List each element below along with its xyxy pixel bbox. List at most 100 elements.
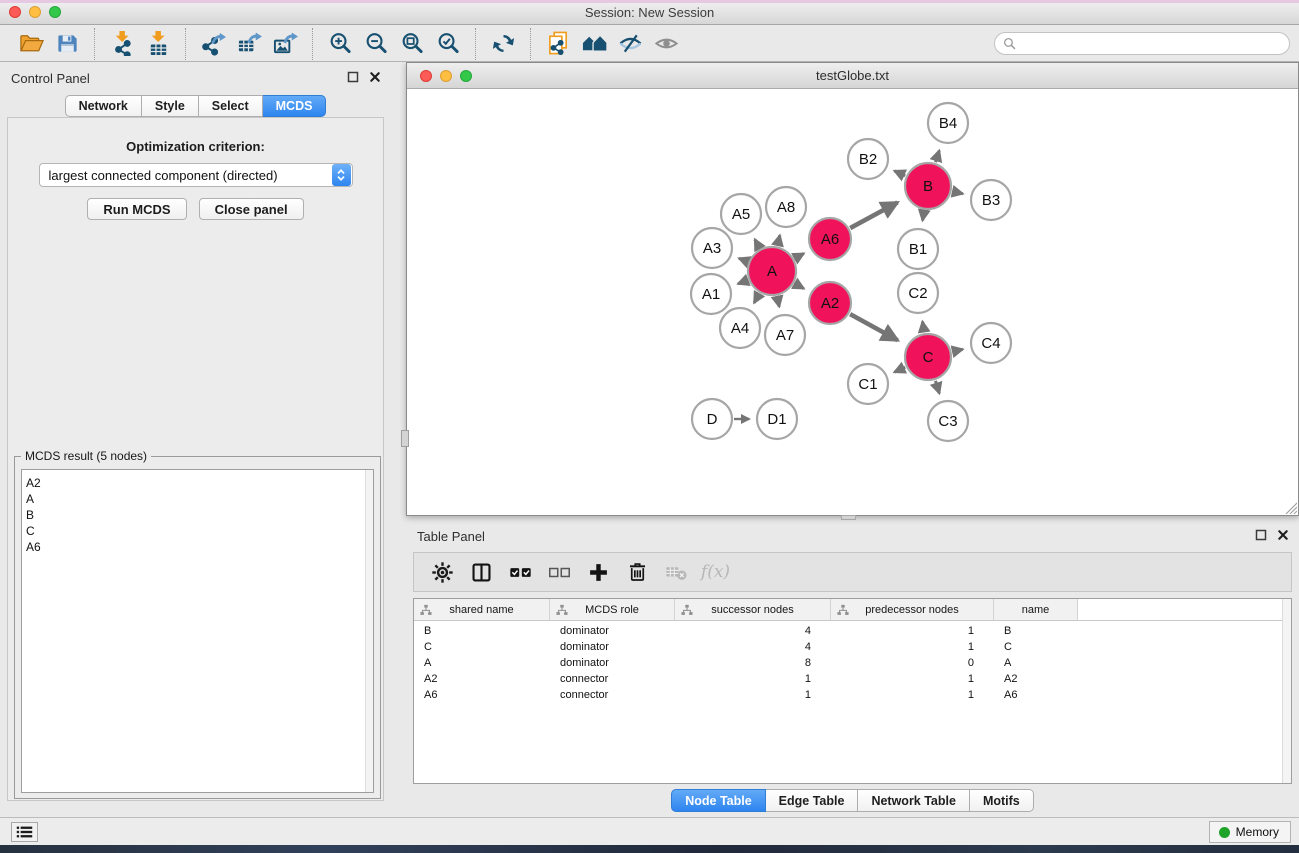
graph-edge-B-B1[interactable] <box>923 211 925 221</box>
table-cell[interactable]: connector <box>550 687 675 703</box>
table-cell[interactable]: B <box>414 623 550 639</box>
table-row[interactable]: A2connector11A2 <box>414 671 1291 687</box>
hide-panel-icon[interactable] <box>612 29 648 59</box>
graph-node-A1[interactable]: A1 <box>691 274 731 314</box>
import-table-icon[interactable] <box>140 29 176 59</box>
tab-edge-table[interactable]: Edge Table <box>766 789 859 812</box>
delete-columns-icon[interactable] <box>620 556 655 588</box>
graph-node-A4[interactable]: A4 <box>720 308 760 348</box>
table-cell[interactable]: 4 <box>675 623 831 639</box>
graph-node-B2[interactable]: B2 <box>848 139 888 179</box>
tab-network[interactable]: Network <box>65 95 142 117</box>
graph-node-A5[interactable]: A5 <box>721 194 761 234</box>
select-all-columns-icon[interactable] <box>503 556 538 588</box>
table-cell[interactable]: 1 <box>675 671 831 687</box>
mcds-result-item[interactable]: B <box>22 507 373 523</box>
table-row[interactable]: Adominator80A <box>414 655 1291 671</box>
table-cell[interactable]: 1 <box>831 639 994 655</box>
graph-node-A6[interactable]: A6 <box>809 218 851 260</box>
close-panel-icon[interactable] <box>368 71 382 85</box>
graph-node-A[interactable]: A <box>748 247 796 295</box>
table-cell[interactable]: A2 <box>994 671 1078 687</box>
table-cell[interactable]: B <box>994 623 1078 639</box>
vertical-splitter-grip[interactable] <box>401 430 409 447</box>
minimize-window-icon[interactable] <box>29 6 41 18</box>
graph-node-A2[interactable]: A2 <box>809 282 851 324</box>
search-input[interactable] <box>1016 37 1289 51</box>
table-cell[interactable]: 1 <box>831 623 994 639</box>
network-window-titlebar[interactable]: testGlobe.txt <box>407 63 1298 89</box>
graph-edge-C-C3[interactable] <box>935 381 939 394</box>
table-cell[interactable]: A <box>994 655 1078 671</box>
table-row[interactable]: Cdominator41C <box>414 639 1291 655</box>
column-header-shared-name[interactable]: shared name <box>414 599 550 620</box>
mcds-result-item[interactable]: A2 <box>22 475 373 491</box>
graph-edge-C-C1[interactable] <box>894 367 905 372</box>
table-cell[interactable]: dominator <box>550 639 675 655</box>
table-cell[interactable]: 0 <box>831 655 994 671</box>
table-cell[interactable]: C <box>994 639 1078 655</box>
table-cell[interactable]: 1 <box>831 671 994 687</box>
graph-node-A3[interactable]: A3 <box>692 228 732 268</box>
graph-edge-A6-B[interactable] <box>850 203 897 229</box>
graph-edge-A-A3[interactable] <box>739 258 748 261</box>
float-table-panel-icon[interactable] <box>1254 529 1268 543</box>
mcds-result-list[interactable]: A2ABCA6 <box>21 469 374 793</box>
graph-edge-A-A7[interactable] <box>777 296 779 306</box>
import-network-icon[interactable] <box>104 29 140 59</box>
zoom-selected-icon[interactable] <box>430 29 466 59</box>
export-table-icon[interactable] <box>231 29 267 59</box>
graph-edge-C-C4[interactable] <box>952 349 962 351</box>
tab-select[interactable]: Select <box>199 95 263 117</box>
graph-node-B3[interactable]: B3 <box>971 180 1011 220</box>
graph-node-C1[interactable]: C1 <box>848 364 888 404</box>
graph-edge-A2-C[interactable] <box>850 314 897 340</box>
graph-node-B4[interactable]: B4 <box>928 103 968 143</box>
graph-edge-A-A8[interactable] <box>778 235 780 245</box>
table-cell[interactable]: 1 <box>675 687 831 703</box>
float-panel-icon[interactable] <box>346 71 360 85</box>
export-image-icon[interactable] <box>267 29 303 59</box>
table-cell[interactable]: dominator <box>550 623 675 639</box>
network-canvas[interactable]: ABCA6A2A1A3A4A5A7A8B1B2B3B4C1C2C3C4DD1 <box>407 90 1298 515</box>
graph-edge-A-A4[interactable] <box>754 294 759 303</box>
graph-edge-A-A6[interactable] <box>795 253 804 258</box>
table-scrollbar[interactable] <box>1282 599 1291 783</box>
graph-node-B[interactable]: B <box>905 163 951 209</box>
tab-network-table[interactable]: Network Table <box>858 789 970 812</box>
tab-style[interactable]: Style <box>142 95 199 117</box>
tab-motifs[interactable]: Motifs <box>970 789 1034 812</box>
home-view-icon[interactable] <box>576 29 612 59</box>
table-cell[interactable]: A2 <box>414 671 550 687</box>
create-column-icon[interactable] <box>581 556 616 588</box>
memory-button[interactable]: Memory <box>1209 821 1291 843</box>
table-row[interactable]: Bdominator41B <box>414 623 1291 639</box>
graph-node-A7[interactable]: A7 <box>765 315 805 355</box>
minimize-network-window-icon[interactable] <box>440 70 452 82</box>
save-session-icon[interactable] <box>49 29 85 59</box>
table-cell[interactable]: 8 <box>675 655 831 671</box>
close-panel-button[interactable]: Close panel <box>199 198 304 220</box>
tab-mcds[interactable]: MCDS <box>263 95 327 117</box>
mcds-result-item[interactable]: A <box>22 491 373 507</box>
run-mcds-button[interactable]: Run MCDS <box>87 198 186 220</box>
unselect-all-columns-icon[interactable] <box>542 556 577 588</box>
zoom-in-icon[interactable] <box>322 29 358 59</box>
new-network-from-file-icon[interactable] <box>540 29 576 59</box>
search-field[interactable] <box>994 32 1290 55</box>
graph-node-C4[interactable]: C4 <box>971 323 1011 363</box>
show-panel-icon[interactable] <box>648 29 684 59</box>
graph-node-B1[interactable]: B1 <box>898 229 938 269</box>
graph-edge-A-A2[interactable] <box>795 284 804 289</box>
open-session-icon[interactable] <box>13 29 49 59</box>
tab-node-table[interactable]: Node Table <box>671 789 765 812</box>
graph-node-A8[interactable]: A8 <box>766 187 806 227</box>
graph-node-C2[interactable]: C2 <box>898 273 938 313</box>
table-cell[interactable]: 1 <box>831 687 994 703</box>
table-row[interactable]: A6connector11A6 <box>414 687 1291 703</box>
graph-edge-A-A1[interactable] <box>738 280 748 284</box>
zoom-window-icon[interactable] <box>49 6 61 18</box>
graph-node-D[interactable]: D <box>692 399 732 439</box>
table-cell[interactable]: C <box>414 639 550 655</box>
column-header-predecessor-nodes[interactable]: predecessor nodes <box>831 599 994 620</box>
